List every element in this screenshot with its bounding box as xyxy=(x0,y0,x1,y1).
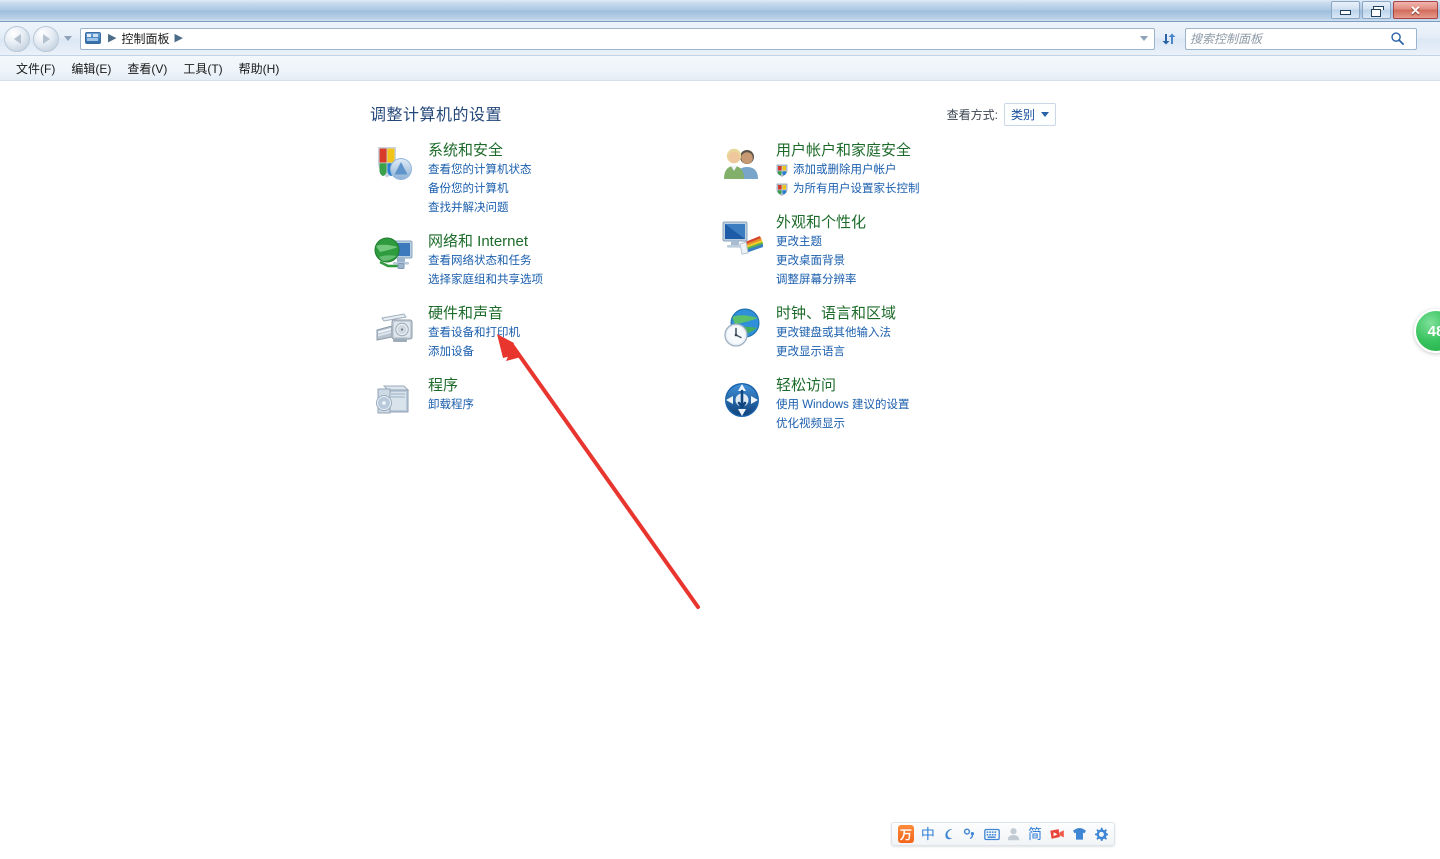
punctuation-icon[interactable] xyxy=(963,826,977,842)
category-title-hardware-and-sound[interactable]: 硬件和声音 xyxy=(428,304,503,324)
view-by-dropdown[interactable]: 类别 xyxy=(1003,103,1056,126)
close-button[interactable]: ✕ xyxy=(1393,1,1438,19)
category-ease-of-access: 轻松访问 使用 Windows 建议的设置 优化视频显示 xyxy=(718,376,1048,434)
right-column: 用户帐户和家庭安全 添加或删除用户帐户 为所有用户设置家长控制 外观和个性化 更… xyxy=(718,141,1048,448)
link-set-up-parental-controls[interactable]: 为所有用户设置家长控制 xyxy=(776,180,920,199)
search-box[interactable] xyxy=(1185,27,1417,50)
menu-view[interactable]: 查看(V) xyxy=(119,57,175,80)
users-icon xyxy=(718,141,766,189)
control-panel-icon xyxy=(85,31,101,46)
link-change-keyboards-input[interactable]: 更改键盘或其他输入法 xyxy=(776,324,896,343)
link-backup-computer[interactable]: 备份您的计算机 xyxy=(428,180,532,199)
recent-pages-icon[interactable] xyxy=(64,36,72,41)
network-globe-icon xyxy=(370,232,418,280)
link-view-network-status[interactable]: 查看网络状态和任务 xyxy=(428,252,543,271)
link-optimize-visual-display[interactable]: 优化视频显示 xyxy=(776,415,910,434)
address-dropdown-icon[interactable] xyxy=(1140,36,1148,41)
chevron-down-icon xyxy=(1041,112,1049,117)
title-bar: ✕ xyxy=(0,0,1440,22)
appearance-icon xyxy=(718,213,766,261)
user-icon[interactable] xyxy=(1007,826,1021,842)
moon-icon[interactable] xyxy=(942,826,956,842)
address-bar[interactable]: ▶ 控制面板 ▶ xyxy=(80,27,1155,50)
close-icon: ✕ xyxy=(1410,2,1421,18)
link-uninstall-a-program[interactable]: 卸载程序 xyxy=(428,396,474,415)
category-programs: 程序 卸载程序 xyxy=(370,376,700,424)
link-change-theme[interactable]: 更改主题 xyxy=(776,233,866,252)
soft-keyboard-icon[interactable] xyxy=(984,826,1000,842)
ime-script-toggle[interactable]: 简 xyxy=(1028,827,1042,841)
ime-mode-toggle[interactable]: 中 xyxy=(921,827,935,841)
link-view-devices-and-printers[interactable]: 查看设备和打印机 xyxy=(428,324,520,343)
refresh-icon xyxy=(1162,33,1176,44)
category-network-and-internet: 网络和 Internet 查看网络状态和任务 选择家庭组和共享选项 xyxy=(370,232,700,290)
address-toolbar: ▶ 控制面板 ▶ xyxy=(0,22,1440,56)
window-controls: ✕ xyxy=(1331,1,1438,19)
menu-help[interactable]: 帮助(H) xyxy=(231,57,288,80)
breadcrumb-separator-2[interactable]: ▶ xyxy=(174,33,182,44)
control-panel-window: ✕ ▶ 控制面板 ▶ 搜索控制面板 文件(F) 编辑(E) 查看(V) 工具(T… xyxy=(0,0,1440,859)
menu-edit[interactable]: 编辑(E) xyxy=(63,57,119,80)
category-title-programs[interactable]: 程序 xyxy=(428,376,458,396)
link-find-and-fix-problems[interactable]: 查找并解决问题 xyxy=(428,199,532,218)
menu-tools[interactable]: 工具(T) xyxy=(175,57,230,80)
category-hardware-and-sound: 硬件和声音 查看设备和打印机 添加设备 xyxy=(370,304,700,362)
category-appearance-and-personalization: 外观和个性化 更改主题 更改桌面背景 调整屏幕分辨率 xyxy=(718,213,1048,290)
minimize-button[interactable] xyxy=(1331,1,1360,19)
video-icon[interactable] xyxy=(1049,826,1065,842)
clock-globe-icon xyxy=(718,304,766,352)
link-change-desktop-background[interactable]: 更改桌面背景 xyxy=(776,252,866,271)
search-icon[interactable] xyxy=(1390,31,1405,46)
link-label: 为所有用户设置家长控制 xyxy=(793,183,920,195)
category-user-accounts-and-family-safety: 用户帐户和家庭安全 添加或删除用户帐户 为所有用户设置家长控制 xyxy=(718,141,1048,199)
link-add-a-device[interactable]: 添加设备 xyxy=(428,343,520,362)
view-by-label: 查看方式: xyxy=(946,108,998,122)
printer-icon xyxy=(370,304,418,352)
gear-icon[interactable] xyxy=(1094,826,1108,842)
category-title-ease-of-access[interactable]: 轻松访问 xyxy=(776,376,836,396)
category-title-user-accounts[interactable]: 用户帐户和家庭安全 xyxy=(776,141,911,161)
category-title-appearance[interactable]: 外观和个性化 xyxy=(776,213,866,233)
link-choose-homegroup-sharing[interactable]: 选择家庭组和共享选项 xyxy=(428,271,543,290)
link-adjust-screen-resolution[interactable]: 调整屏幕分辨率 xyxy=(776,271,866,290)
minimize-icon xyxy=(1340,10,1351,15)
breadcrumb-separator-1[interactable]: ▶ xyxy=(108,33,116,44)
skin-icon[interactable] xyxy=(1072,826,1087,842)
link-add-or-remove-user-accounts[interactable]: 添加或删除用户帐户 xyxy=(776,161,920,180)
breadcrumb-control-panel[interactable]: 控制面板 xyxy=(121,30,169,47)
ime-language-bar: 万 中 简 xyxy=(891,822,1115,846)
left-column: 系统和安全 查看您的计算机状态 备份您的计算机 查找并解决问题 网络和 Inte… xyxy=(370,141,700,438)
category-system-and-security: 系统和安全 查看您的计算机状态 备份您的计算机 查找并解决问题 xyxy=(370,141,700,218)
restore-button[interactable] xyxy=(1362,1,1391,19)
restore-icon xyxy=(1371,5,1384,17)
uac-shield-icon xyxy=(776,183,788,196)
software-box-icon xyxy=(370,376,418,424)
menu-file[interactable]: 文件(F) xyxy=(8,57,63,80)
refresh-button[interactable] xyxy=(1157,27,1181,51)
ime-logo-icon[interactable]: 万 xyxy=(898,825,914,843)
link-view-computer-status[interactable]: 查看您的计算机状态 xyxy=(428,161,532,180)
back-button[interactable] xyxy=(4,25,30,52)
forward-arrow-icon xyxy=(42,33,50,44)
forward-button[interactable] xyxy=(33,25,59,52)
page-title: 调整计算机的设置 xyxy=(370,107,503,124)
ease-of-access-icon xyxy=(718,376,766,424)
search-input[interactable] xyxy=(1190,31,1390,46)
uac-shield-icon xyxy=(776,164,788,177)
category-clock-language-region: 时钟、语言和区域 更改键盘或其他输入法 更改显示语言 xyxy=(718,304,1048,362)
category-title-network-and-internet[interactable]: 网络和 Internet xyxy=(428,232,528,252)
menu-bar: 文件(F) 编辑(E) 查看(V) 工具(T) 帮助(H) xyxy=(0,56,1440,81)
view-by-value: 类别 xyxy=(1010,108,1035,122)
category-title-clock-language-region[interactable]: 时钟、语言和区域 xyxy=(776,304,896,324)
shield-icon xyxy=(370,141,418,189)
back-arrow-icon xyxy=(13,33,21,44)
category-title-system-and-security[interactable]: 系统和安全 xyxy=(428,141,503,161)
link-label: 添加或删除用户帐户 xyxy=(793,164,897,176)
link-use-windows-suggested-settings[interactable]: 使用 Windows 建议的设置 xyxy=(776,396,910,415)
content-area: 调整计算机的设置 查看方式: 类别 系统和安全 查看您的计算机状态 备份您的计算… xyxy=(0,81,1440,859)
view-by-control: 查看方式: 类别 xyxy=(947,103,1056,126)
navigation-buttons xyxy=(4,25,72,52)
link-change-display-language[interactable]: 更改显示语言 xyxy=(776,343,896,362)
